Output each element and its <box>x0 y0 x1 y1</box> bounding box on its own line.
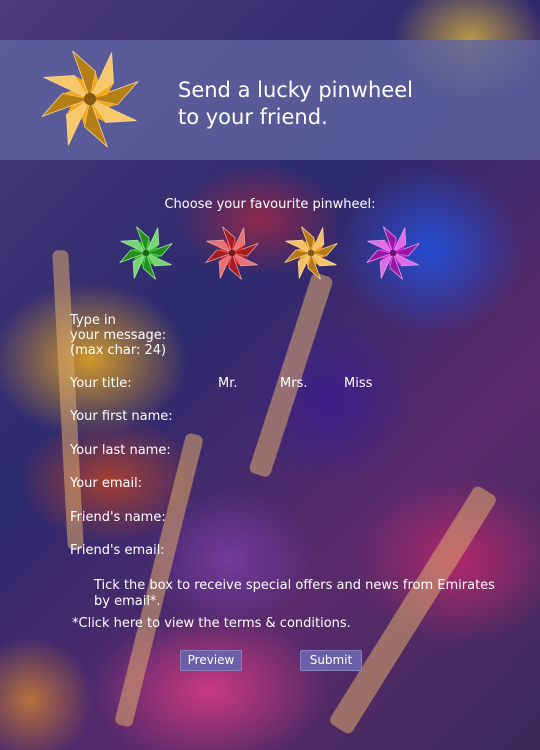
green-pinwheel-icon[interactable] <box>115 222 177 284</box>
offers-note: Tick the box to receive special offers a… <box>94 578 495 609</box>
last-name-label: Your last name: <box>70 443 171 458</box>
email-label: Your email: <box>70 476 143 491</box>
message-label: Type in your message: (max char: 24) <box>70 313 167 358</box>
choose-pinwheel-label: Choose your favourite pinwheel: <box>164 197 376 212</box>
title-option-mrs[interactable]: Mrs. <box>280 376 307 391</box>
terms-link[interactable]: *Click here to view the terms & conditio… <box>72 616 351 632</box>
headline-line-2: to your friend. <box>178 105 328 129</box>
friend-email-label: Friend's email: <box>70 543 165 558</box>
first-name-label: Your first name: <box>70 409 173 424</box>
red-pinwheel-icon[interactable] <box>201 222 263 284</box>
purple-pinwheel-icon[interactable] <box>362 222 424 284</box>
headline-line-1: Send a lucky pinwheel <box>178 78 413 102</box>
orange-pinwheel-icon[interactable] <box>280 222 342 284</box>
page-headline: Send a lucky pinwheel to your friend. <box>178 77 413 131</box>
title-label: Your title: <box>70 376 132 391</box>
preview-button[interactable]: Preview <box>180 650 242 671</box>
title-option-mr[interactable]: Mr. <box>218 376 238 391</box>
submit-button[interactable]: Submit <box>300 650 362 671</box>
title-option-miss[interactable]: Miss <box>344 376 372 391</box>
logo-pinwheel-icon <box>41 50 139 148</box>
friend-name-label: Friend's name: <box>70 510 166 525</box>
